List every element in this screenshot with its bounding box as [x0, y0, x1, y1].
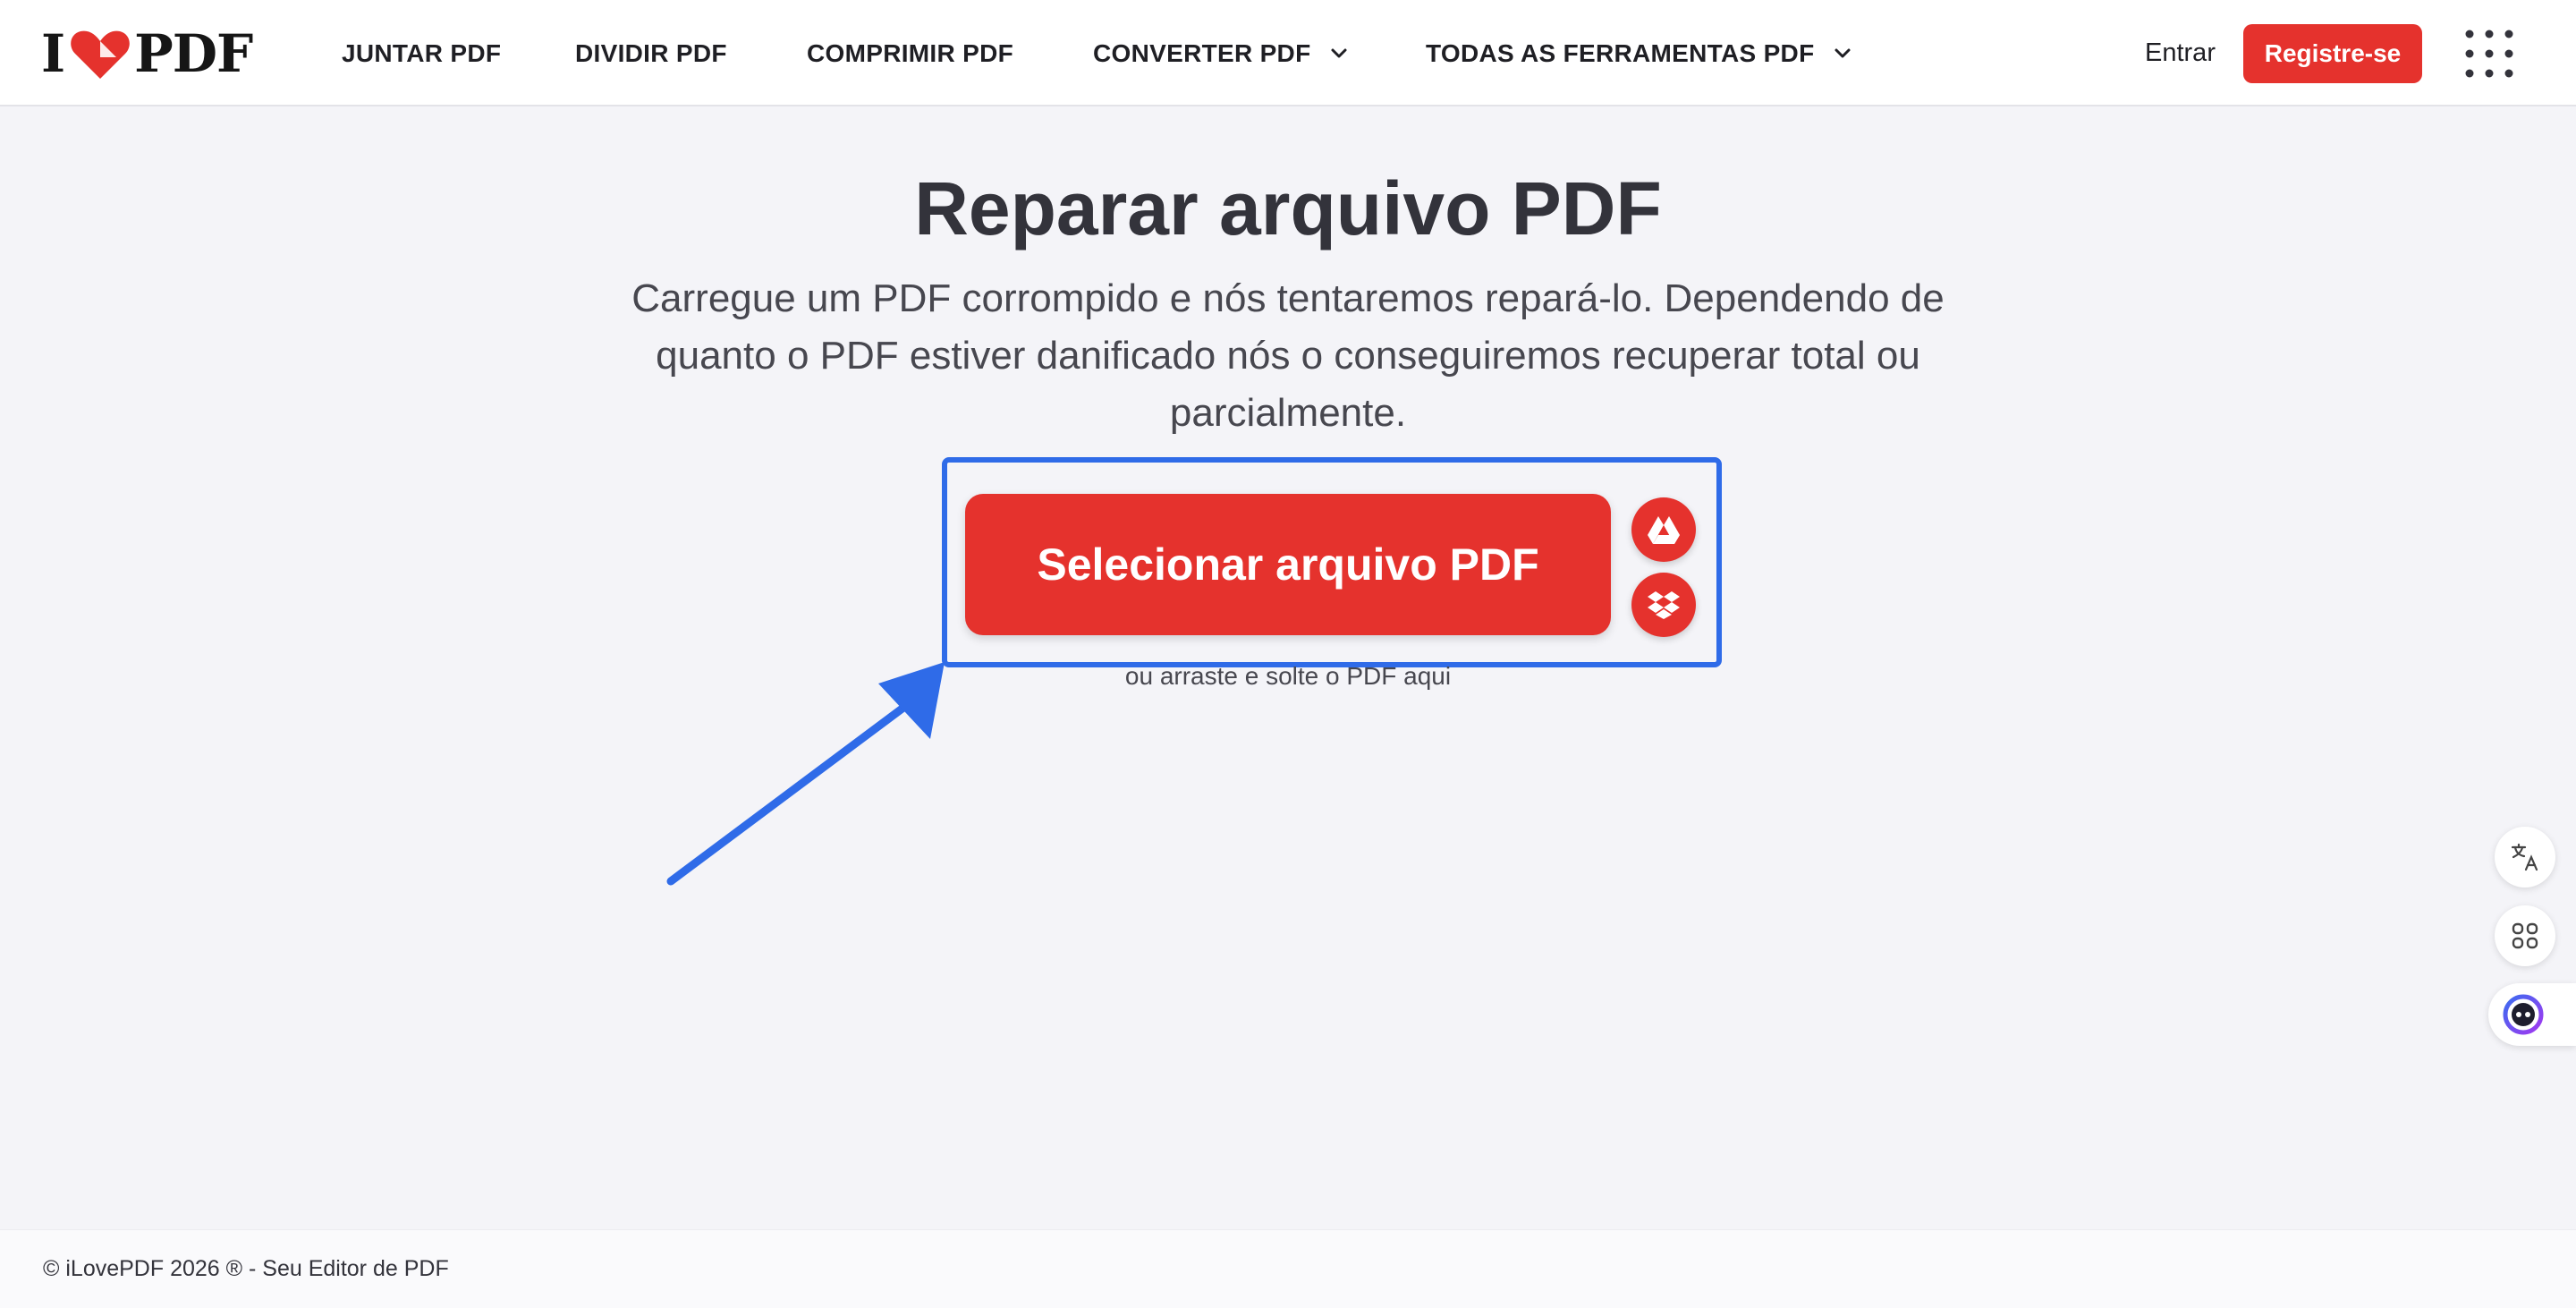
translate-button[interactable]	[2495, 827, 2555, 888]
ilovepdf-logo[interactable]: I PDF	[41, 23, 253, 84]
signin-link[interactable]: Entrar	[2145, 0, 2216, 106]
nav-label: DIVIDIR PDF	[575, 38, 727, 67]
apps-button[interactable]	[2495, 905, 2555, 966]
dropbox-icon	[1648, 591, 1680, 619]
page-subtitle: Carregue um PDF corrompido e nós tentare…	[631, 276, 1945, 435]
nav-label: JUNTAR PDF	[342, 38, 502, 67]
heart-logo-icon	[71, 30, 130, 79]
nav-dividir-pdf[interactable]: DIVIDIR PDF	[575, 0, 727, 106]
top-header: I PDF JUNTAR PDF DIVIDIR PDF COMPRIMIR P…	[0, 0, 2576, 106]
nav-converter-pdf[interactable]: CONVERTER PDF	[1093, 0, 1350, 106]
nav-comprimir-pdf[interactable]: COMPRIMIR PDF	[807, 0, 1013, 106]
footer: © iLovePDF 2026 ® - Seu Editor de PDF	[0, 1229, 2576, 1308]
chevron-down-icon	[1331, 48, 1347, 57]
nav-label: CONVERTER PDF	[1093, 38, 1311, 67]
apps-icon	[2512, 922, 2538, 949]
logo-letters-pdf: PDF	[134, 23, 253, 84]
nav-label: TODAS AS FERRAMENTAS PDF	[1426, 38, 1815, 67]
footer-copyright: © iLovePDF 2026 ® - Seu Editor de PDF	[43, 1256, 449, 1281]
nav-todas-ferramentas[interactable]: TODAS AS FERRAMENTAS PDF	[1426, 0, 1853, 106]
translate-icon	[2511, 843, 2538, 871]
nav-label: COMPRIMIR PDF	[807, 38, 1014, 67]
register-button[interactable]: Registre-se	[2243, 24, 2422, 83]
google-drive-button[interactable]	[1631, 497, 1696, 562]
drop-hint: ou arraste e solte o PDF aqui	[1124, 662, 1452, 690]
chevron-down-icon	[1835, 48, 1851, 57]
assistant-button[interactable]	[2488, 983, 2576, 1046]
google-drive-icon	[1648, 516, 1680, 544]
dropbox-button[interactable]	[1631, 573, 1696, 637]
grid-icon[interactable]	[2464, 29, 2514, 79]
nav-juntar-pdf[interactable]: JUNTAR PDF	[342, 0, 501, 106]
page-title: Reparar arquivo PDF	[914, 166, 1662, 251]
logo-letter-i: I	[41, 23, 65, 84]
assistant-icon	[2503, 994, 2544, 1035]
select-pdf-button[interactable]: Selecionar arquivo PDF	[965, 494, 1611, 635]
annotation-arrow-icon	[666, 662, 945, 886]
